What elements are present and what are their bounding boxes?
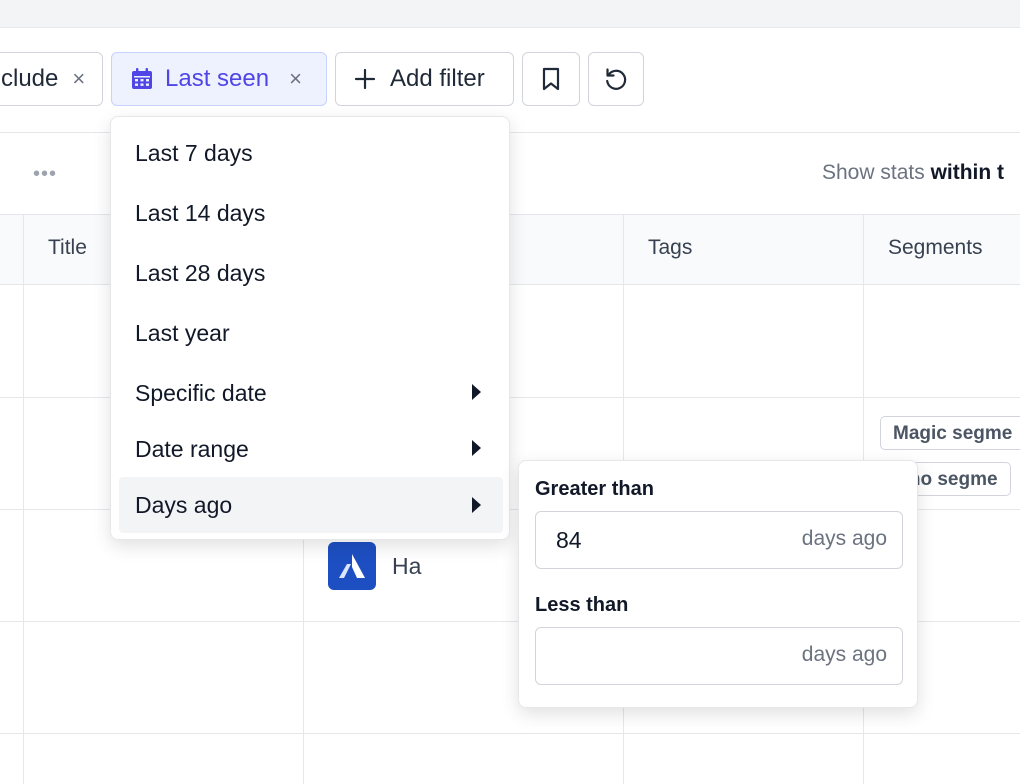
days-ago-submenu: Greater than days ago Less than days ago — [518, 460, 918, 708]
menu-item-date-range[interactable]: Date range — [119, 427, 503, 471]
more-options-icon[interactable]: ••• — [33, 164, 59, 184]
menu-item-label: Days ago — [135, 491, 233, 518]
less-than-input[interactable] — [536, 628, 776, 684]
column-header-segments[interactable]: Segments — [888, 236, 983, 260]
days-ago-suffix: days ago — [801, 643, 887, 666]
include-filter-chip[interactable]: clude × — [0, 52, 103, 106]
column-header-tags[interactable]: Tags — [648, 236, 692, 260]
bookmark-icon — [541, 67, 561, 91]
bookmark-button[interactable] — [522, 52, 580, 106]
add-filter-label: Add filter — [390, 65, 485, 92]
column-header-title[interactable]: Title — [48, 236, 87, 260]
greater-than-field[interactable]: days ago — [535, 511, 903, 569]
greater-than-label: Greater than — [535, 478, 654, 500]
menu-item-last-year[interactable]: Last year — [119, 311, 503, 355]
last-seen-dropdown: Last 7 days Last 14 days Last 28 days La… — [110, 116, 510, 540]
days-ago-suffix: days ago — [801, 527, 887, 550]
stats-range: within t — [930, 161, 1005, 184]
menu-item-label: Last 28 days — [135, 259, 266, 286]
menu-item-label: Last 14 days — [135, 199, 266, 226]
less-than-label: Less than — [535, 594, 629, 616]
company-logo — [328, 542, 376, 590]
reset-button[interactable] — [588, 52, 644, 106]
column-divider — [23, 214, 24, 784]
table-row — [0, 733, 1020, 734]
company-name[interactable]: Ha — [392, 553, 421, 580]
caret-right-icon — [472, 384, 481, 400]
segment-badge: Magic segme — [880, 416, 1020, 450]
add-filter-button[interactable]: Add filter — [335, 52, 514, 106]
include-filter-label: clude — [1, 65, 59, 92]
menu-item-specific-date[interactable]: Specific date — [119, 371, 503, 415]
menu-item-label: Date range — [135, 435, 249, 462]
last-seen-filter-chip[interactable]: Last seen × — [111, 52, 327, 106]
menu-item-days-ago[interactable]: Days ago — [119, 477, 503, 533]
calendar-icon — [131, 68, 153, 90]
stats-prefix: Show stats — [822, 161, 925, 184]
menu-item-label: Last year — [135, 319, 230, 346]
caret-right-icon — [472, 497, 481, 513]
close-icon[interactable]: × — [289, 68, 302, 90]
top-strip — [0, 0, 1020, 28]
reset-icon — [603, 66, 629, 92]
caret-right-icon — [472, 440, 481, 456]
menu-item-last-28-days[interactable]: Last 28 days — [119, 251, 503, 295]
greater-than-input[interactable] — [536, 512, 776, 568]
menu-item-last-7-days[interactable]: Last 7 days — [119, 131, 503, 175]
menu-item-label: Specific date — [135, 379, 267, 406]
close-icon[interactable]: × — [72, 68, 85, 90]
last-seen-filter-label: Last seen — [165, 65, 270, 92]
menu-item-last-14-days[interactable]: Last 14 days — [119, 191, 503, 235]
plus-icon — [354, 68, 376, 90]
show-stats-toggle[interactable]: Show stats within t — [822, 161, 1004, 185]
less-than-field[interactable]: days ago — [535, 627, 903, 685]
menu-item-label: Last 7 days — [135, 139, 253, 166]
